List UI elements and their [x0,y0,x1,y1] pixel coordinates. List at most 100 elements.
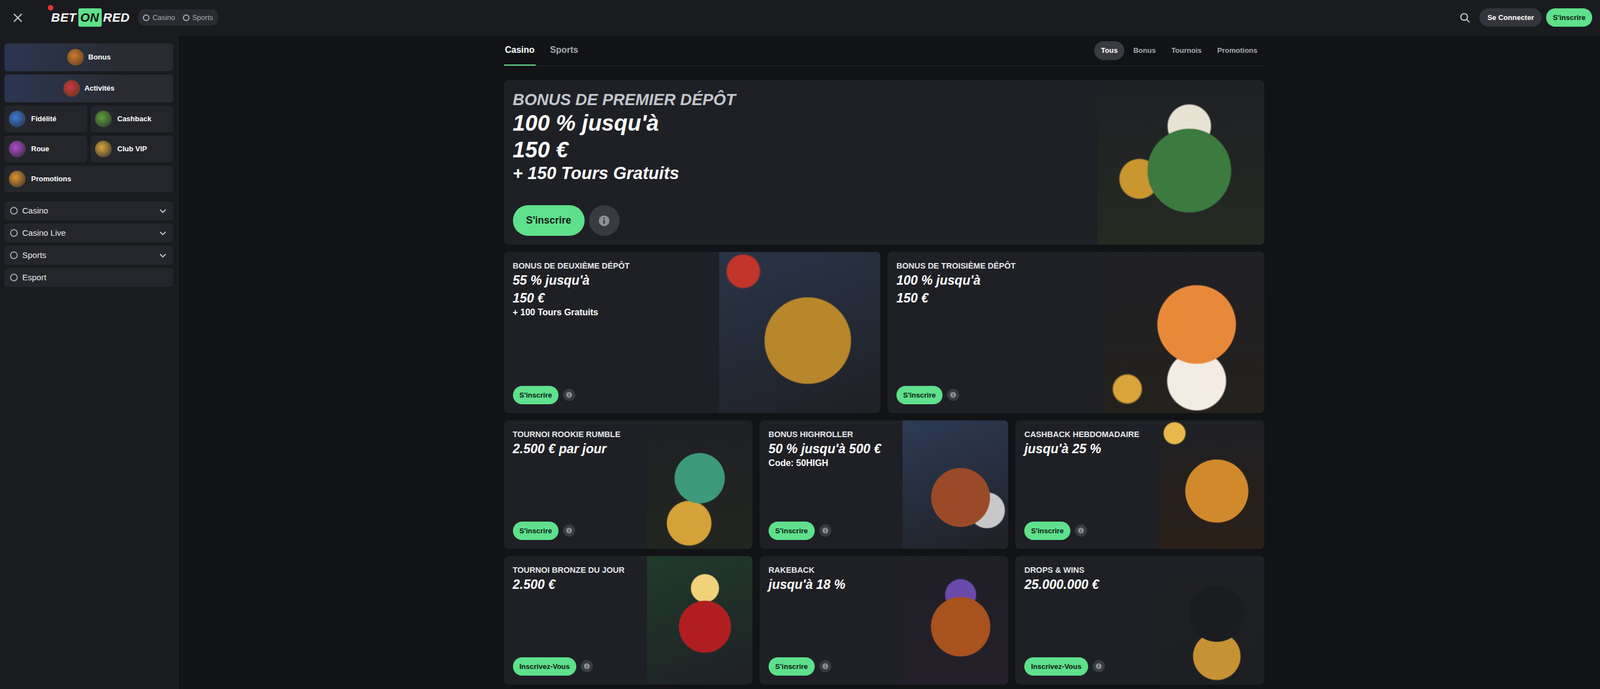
ladybug-icon [47,5,54,11]
signup-button[interactable]: S'inscrire [768,521,815,541]
promo-amount: jusqu'à 25 % [1024,439,1150,458]
login-button[interactable]: Se Connecter [1479,8,1542,28]
signup-button[interactable]: S'inscrire [896,385,943,405]
info-button[interactable] [1074,524,1088,537]
tile-label: Bonus [88,51,111,63]
section-label: Casino [22,204,49,218]
sidebar-tile[interactable]: Fidélité [4,105,88,133]
info-button[interactable] [580,659,593,672]
info-button[interactable] [562,388,576,401]
sidebar-tile[interactable]: Cashback [90,105,174,133]
top-bar: BETONRED Casino Sports Se ConnecterS'inscr… [0,0,1600,36]
promo-amount: 100 % jusqu'à [896,271,1095,289]
top-nav-item[interactable]: Casino [142,12,175,24]
signup-button[interactable]: S'inscrire [1024,521,1071,541]
promo-artwork [1158,555,1265,685]
promo-artwork [902,555,1009,685]
promo-subtitle: + 150 Tours Gratuits [512,162,1089,185]
info-button[interactable] [819,659,832,672]
sidebar-section[interactable]: Sports [4,245,174,265]
signup-button[interactable]: Inscrivez-Vous [1024,656,1089,676]
signup-button[interactable]: S'inscrire [1546,8,1593,28]
promo-card: TOURNOI BRONZE DU JOUR2.500 € Inscrivez-V… [504,555,753,685]
header-right: Se ConnecterS'inscrire [1459,8,1593,28]
signup-button[interactable]: S'inscrire [768,656,815,676]
info-button[interactable] [562,524,576,537]
promo-text: BONUS DE TROISIÈME DÉPÔT100 % jusqu'à150… [887,251,1104,413]
promo-actions: S'inscrire [768,521,894,541]
sidebar-featured-tile[interactable]: Activités [4,74,174,103]
promo-artwork [1097,80,1265,245]
promo-text: BONUS DE PREMIER DÉPÔT100 % jusqu'à150 €… [504,80,1098,245]
promo-amount: 100 % jusqu'à [512,109,1089,137]
filter-pill[interactable]: Bonus [1126,41,1163,61]
filter-pill[interactable]: Tournois [1164,41,1209,61]
sidebar-section[interactable]: Casino Live [4,223,174,243]
info-button[interactable] [1092,659,1105,672]
promo-card: BONUS DE TROISIÈME DÉPÔT100 % jusqu'à150… [887,251,1265,413]
promo-actions: S'inscrire [512,385,711,405]
close-button[interactable] [10,10,26,26]
tile-label: Club VIP [117,143,147,155]
sidebar-section[interactable]: Casino [4,201,174,221]
promo-amount: 150 € [896,288,1095,307]
tile-label: Cashback [117,113,152,125]
sidebar-tile[interactable]: Club VIP [90,135,174,163]
content: Casino Sports TousBonusTournoisPromotions B… [504,35,1265,685]
promo-title: TOURNOI BRONZE DU JOUR [512,564,638,576]
tile-label: Activités [84,82,115,94]
signup-button[interactable]: S'inscrire [512,205,585,236]
promo-subtitle: Code: 50HIGH [768,457,894,470]
info-button[interactable] [946,388,960,401]
signup-button[interactable]: S'inscrire [512,521,560,541]
shield-icon [8,110,26,128]
signup-button[interactable]: Inscrivez-Vous [512,656,577,676]
casino-chip-icon [142,14,150,22]
app-body: Bonus Activités Fidélité Cashback Roue Club V… [0,35,1600,689]
promo-card: BONUS DE DEUXIÈME DÉPÔT55 % jusqu'à150 €… [504,251,881,413]
promo-amount: 150 € [512,288,711,307]
sidebar-tile[interactable]: Promotions [4,165,174,193]
promo-actions: S'inscrire [512,205,1089,236]
sidebar-featured-tile[interactable]: Bonus [4,43,174,72]
search-button[interactable] [1459,12,1471,24]
header-left: BETONRED Casino Sports [10,8,218,27]
gift-icon [67,48,84,66]
promo-text: TOURNOI ROOKIE RUMBLE2.500 € par jourS'i… [504,420,647,549]
logo-part: ON [78,8,102,27]
filter-pill[interactable]: Tous [1094,41,1125,61]
sidebar-tile-grid: Fidélité Cashback Roue Club VIP Promotions [4,105,174,193]
promo-title: CASHBACK HEBDOMADAIRE [1024,429,1150,440]
sidebar-tile[interactable]: Roue [4,135,88,163]
promo-text: BONUS DE DEUXIÈME DÉPÔT55 % jusqu'à150 €… [504,251,720,413]
promo-amount: 2.500 € [512,575,638,593]
signup-button[interactable]: S'inscrire [512,385,560,405]
promo-title: BONUS HIGHROLLER [768,429,894,440]
promo-text: DROPS & WINS25.000.000 €Inscrivez-Vous [1015,555,1159,685]
sidebar-section[interactable]: Esport [4,267,174,287]
info-button[interactable] [819,524,832,537]
wheel-icon [8,140,26,158]
promo-card: TOURNOI ROOKIE RUMBLE2.500 € par jourS'i… [504,420,753,549]
promo-title: DROPS & WINS [1024,564,1150,576]
search-icon [1459,12,1471,24]
content-tab[interactable]: Casino [504,35,536,66]
promo-card: DROPS & WINS25.000.000 €Inscrivez-Vous [1015,555,1264,685]
promo-card: RAKEBACKjusqu'à 18 %S'inscrire [759,555,1009,685]
section-icon [10,206,18,215]
info-button[interactable] [589,205,620,236]
cashback-icon [95,110,112,128]
promo-actions: Inscrivez-Vous [1024,656,1150,676]
chevron-slot [158,206,168,216]
filter-pill[interactable]: Promotions [1210,41,1264,61]
promo-title: RAKEBACK [768,564,894,576]
logo[interactable]: BETONRED [51,8,130,27]
target-icon [63,80,81,97]
top-nav-item[interactable]: Sports [182,12,214,24]
section-icon [10,228,18,237]
promo-actions: S'inscrire [896,385,1095,405]
content-tab[interactable]: Sports [549,35,580,66]
promo-title: BONUS DE TROISIÈME DÉPÔT [896,260,1095,272]
section-label: Esport [22,271,47,284]
promo-actions: S'inscrire [1024,521,1150,541]
